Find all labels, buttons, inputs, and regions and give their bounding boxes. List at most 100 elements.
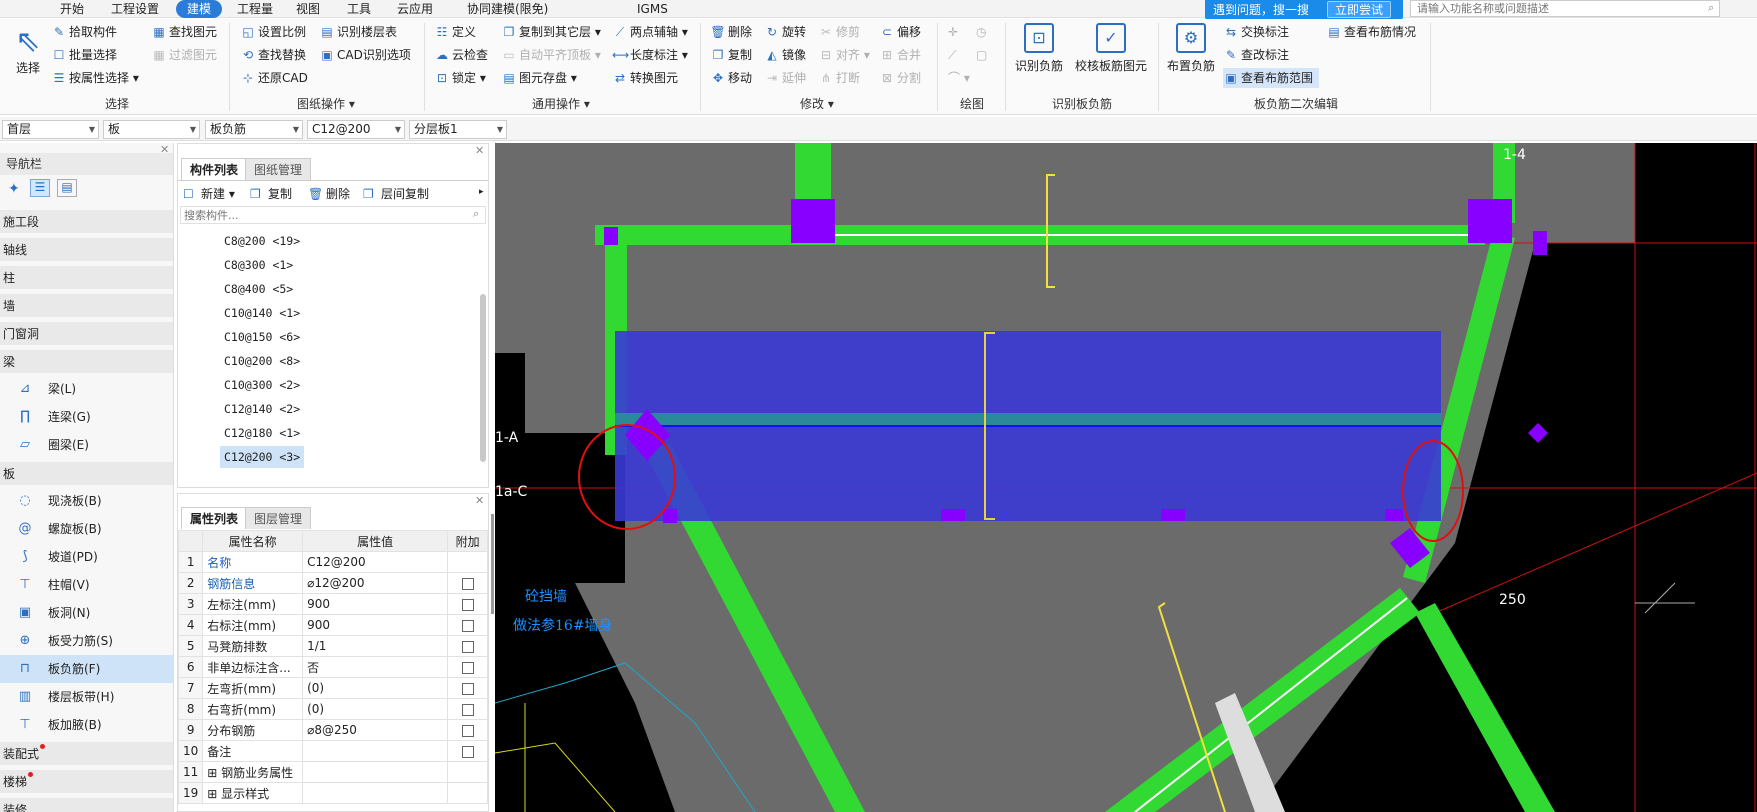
column[interactable] bbox=[791, 199, 835, 243]
component-search-input[interactable] bbox=[180, 206, 486, 224]
column[interactable] bbox=[1385, 509, 1403, 521]
pick-component-button[interactable]: ✎ 拾取构件 bbox=[51, 22, 117, 42]
property-value[interactable]: 1/1 bbox=[302, 635, 449, 657]
table-row[interactable]: 6 非单边标注含... 否 bbox=[177, 656, 488, 678]
table-row[interactable]: 9 分布钢筋 ⌀8@250 bbox=[177, 719, 488, 741]
break-button[interactable]: ⋔ 打断 bbox=[818, 68, 860, 88]
nav-item-slab-hole[interactable]: ▣ 板洞(N) bbox=[0, 599, 173, 627]
pin-icon[interactable]: ✦ bbox=[8, 181, 20, 197]
copy-between-floors-button[interactable]: ❐ 层间复制 bbox=[363, 184, 429, 204]
beam[interactable] bbox=[1415, 603, 1555, 812]
menu-quantity[interactable]: 工程量 bbox=[231, 0, 279, 18]
menu-modeling[interactable]: 建模 bbox=[176, 0, 223, 18]
merge-button[interactable]: ⊞ 合并 bbox=[879, 45, 921, 65]
list-item[interactable]: C12@180 <1> bbox=[220, 422, 304, 444]
table-row[interactable]: 10 备注 bbox=[177, 740, 488, 762]
select-by-property-button[interactable]: ☰ 按属性选择 ▾ bbox=[51, 68, 139, 88]
table-row[interactable]: 2 钢筋信息 ⌀12@200 bbox=[177, 572, 488, 594]
view-rebar-status-button[interactable]: ▤ 查看布筋情况 bbox=[1326, 22, 1416, 42]
define-button[interactable]: ☷ 定义 bbox=[434, 22, 476, 42]
subtype-select[interactable]: 板负筋 ▼ bbox=[205, 120, 303, 139]
convert-element-button[interactable]: ⇄ 转换图元 bbox=[612, 68, 678, 88]
property-value[interactable]: (0) bbox=[302, 698, 449, 720]
menu-tools[interactable]: 工具 bbox=[341, 0, 377, 18]
checkbox[interactable] bbox=[461, 703, 474, 716]
table-row[interactable]: 4 右标注(mm) 900 bbox=[177, 614, 488, 636]
menu-igms[interactable]: IGMS bbox=[631, 0, 674, 18]
nav-cat-door-window[interactable]: 门窗洞 bbox=[0, 321, 173, 345]
rotate-button[interactable]: ↻ 旋转 bbox=[764, 22, 806, 42]
table-row[interactable]: 11 ⊞ 钢筋业务属性 bbox=[177, 761, 488, 783]
more-icon[interactable]: ▸ bbox=[479, 187, 484, 197]
checkbox[interactable] bbox=[461, 640, 474, 653]
nav-cat-stairs[interactable]: 楼梯 bbox=[0, 769, 173, 793]
scrollbar[interactable] bbox=[480, 294, 486, 462]
property-value[interactable] bbox=[302, 761, 449, 783]
detail-view-icon[interactable]: ▤ bbox=[57, 179, 77, 197]
table-row[interactable]: 19 ⊞ 显示样式 bbox=[177, 782, 488, 804]
property-value[interactable]: (0) bbox=[302, 677, 449, 699]
property-value[interactable]: 900 bbox=[302, 593, 449, 615]
table-row[interactable]: 1 名称 C12@200 bbox=[177, 551, 488, 573]
find-replace-button[interactable]: ⟲ 查找替换 bbox=[240, 45, 306, 65]
list-view-icon[interactable]: ☰ bbox=[30, 179, 50, 197]
auto-align-top-button[interactable]: ▭ 自动平齐顶板 ▾ bbox=[501, 45, 601, 65]
draw-arc-button[interactable]: ⌒ ▾ bbox=[948, 68, 970, 88]
draw-rect-button[interactable]: ▢ bbox=[976, 45, 987, 65]
list-item[interactable]: C12@140 <2> bbox=[220, 398, 304, 420]
expand-icon[interactable]: ⊞ bbox=[207, 766, 221, 780]
try-now-button[interactable]: 立即尝试 bbox=[1327, 1, 1392, 18]
split-button[interactable]: ⊠ 分割 bbox=[879, 68, 921, 88]
property-value[interactable]: ⌀8@250 bbox=[302, 719, 449, 741]
list-item[interactable]: C10@140 <1> bbox=[220, 302, 304, 324]
align-button[interactable]: ⊟ 对齐 ▾ bbox=[818, 45, 870, 65]
trim-button[interactable]: ✂ 修剪 bbox=[818, 22, 860, 42]
nav-item-beam[interactable]: ⊿ 梁(L) bbox=[0, 375, 173, 403]
select-button[interactable]: ⇖ 选择 bbox=[8, 25, 48, 76]
table-row[interactable]: 3 左标注(mm) 900 bbox=[177, 593, 488, 615]
column[interactable] bbox=[1528, 423, 1548, 443]
property-value[interactable]: C12@200 bbox=[302, 551, 449, 573]
component-select[interactable]: C12@200 ▼ bbox=[307, 120, 405, 139]
table-row[interactable]: 5 马凳筋排数 1/1 bbox=[177, 635, 488, 657]
checkbox[interactable] bbox=[461, 745, 474, 758]
nav-item-slab-negative-rebar[interactable]: ⊓ 板负筋(F) bbox=[0, 655, 173, 683]
nav-item-slab-tension-rebar[interactable]: ⊕ 板受力筋(S) bbox=[0, 627, 173, 655]
column[interactable] bbox=[941, 509, 965, 521]
column[interactable] bbox=[1468, 199, 1512, 243]
list-item[interactable]: C10@300 <2> bbox=[220, 374, 304, 396]
function-search-input[interactable] bbox=[1410, 0, 1720, 17]
checkbox[interactable] bbox=[461, 682, 474, 695]
save-element-button[interactable]: ▤ 图元存盘 ▾ bbox=[501, 68, 577, 88]
floor-select[interactable]: 首层 ▼ bbox=[2, 120, 99, 139]
close-icon[interactable]: ✕ bbox=[475, 144, 484, 157]
nav-item-cast-slab[interactable]: ◌ 现浇板(B) bbox=[0, 487, 173, 515]
property-value[interactable] bbox=[302, 782, 449, 804]
close-icon[interactable]: ✕ bbox=[160, 143, 169, 156]
draw-line-button[interactable]: ⟋ bbox=[948, 45, 956, 65]
restore-cad-button[interactable]: ⊹ 还原CAD bbox=[240, 68, 308, 88]
check-slab-rebar-button[interactable]: ✓ 校核板筋图元 bbox=[1073, 23, 1149, 74]
checkbox[interactable] bbox=[461, 661, 474, 674]
close-icon[interactable]: ✕ bbox=[475, 494, 484, 507]
column[interactable] bbox=[1533, 231, 1547, 255]
mirror-button[interactable]: ◭ 镜像 bbox=[764, 45, 806, 65]
nav-cat-axis[interactable]: 轴线 bbox=[0, 237, 173, 261]
table-row[interactable]: 7 左弯折(mm) (0) bbox=[177, 677, 488, 699]
nav-item-column-cap[interactable]: ⊤ 柱帽(V) bbox=[0, 571, 173, 599]
new-component-button[interactable]: ☐ 新建 ▾ bbox=[183, 184, 235, 204]
nav-item-slab-haunch[interactable]: ⊤ 板加腋(B) bbox=[0, 711, 173, 739]
list-item[interactable]: C8@300 <1> bbox=[220, 254, 297, 276]
nav-item-coupling-beam[interactable]: ∏ 连梁(G) bbox=[0, 403, 173, 431]
cad-drawing[interactable]: 1-4 1-A 1a-C 250 砼挡墙 做法参16#墙身 bbox=[495, 143, 1757, 812]
place-negative-rebar-button[interactable]: ⚙ 布置负筋 bbox=[1165, 23, 1217, 74]
edit-label-button[interactable]: ✎ 查改标注 bbox=[1223, 45, 1289, 65]
find-element-button[interactable]: ▦ 查找图元 bbox=[151, 22, 217, 42]
list-item[interactable]: C8@400 <5> bbox=[220, 278, 297, 300]
set-scale-button[interactable]: ◱ 设置比例 bbox=[240, 22, 306, 42]
layer-select[interactable]: 分层板1 ▼ bbox=[409, 120, 507, 139]
checkbox[interactable] bbox=[461, 598, 474, 611]
nav-item-floor-slab-band[interactable]: ▥ 楼层板带(H) bbox=[0, 683, 173, 711]
tab-component-list[interactable]: 构件列表 bbox=[181, 158, 248, 180]
rebar-line[interactable] bbox=[615, 413, 1441, 427]
